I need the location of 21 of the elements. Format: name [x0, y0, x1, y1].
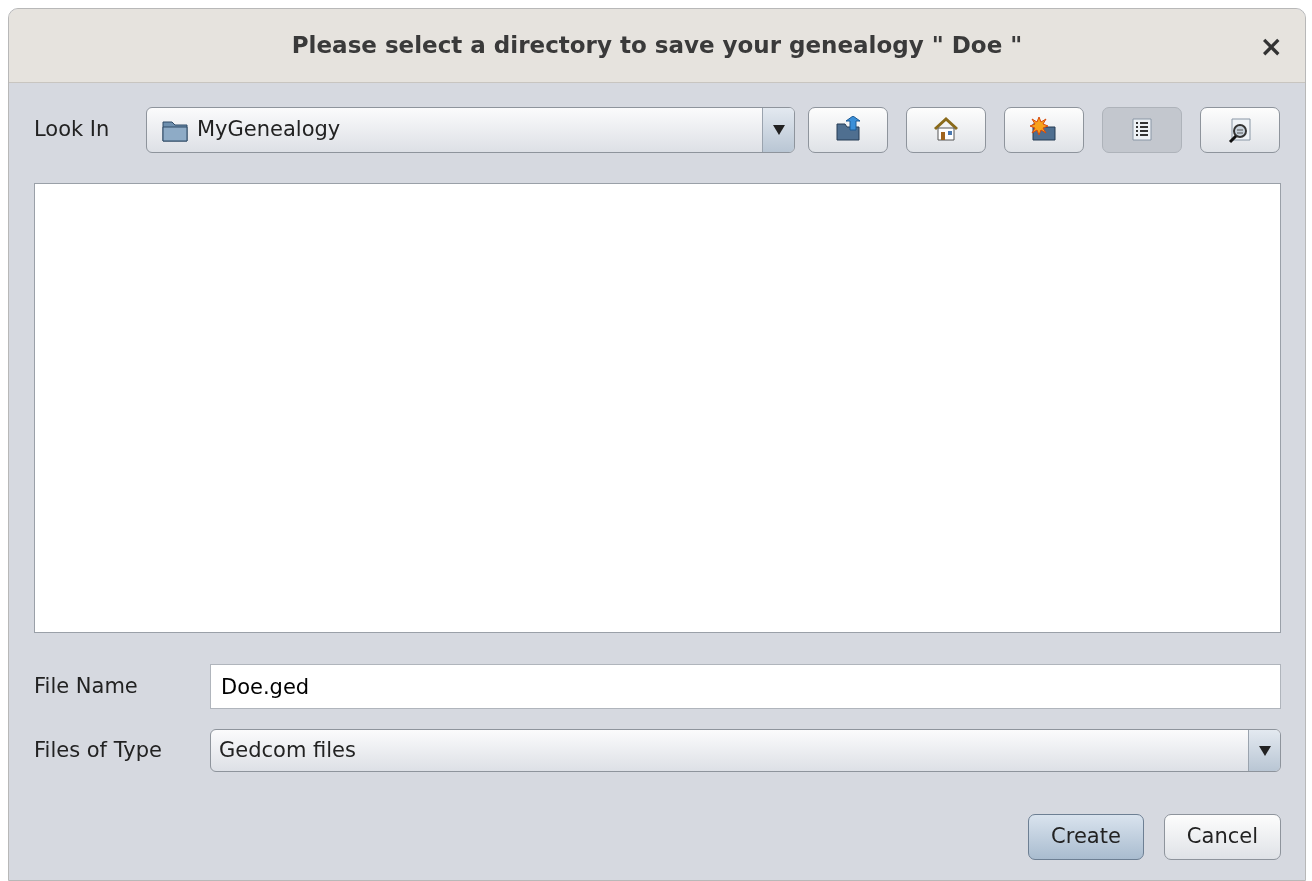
- toolbar-button[interactable]: [1004, 107, 1084, 153]
- look-in-label: Look In: [34, 116, 111, 144]
- view-toggle-button[interactable]: [1102, 107, 1182, 153]
- toolbar-button[interactable]: [808, 107, 888, 153]
- details-view-icon: [1226, 116, 1254, 144]
- close-button[interactable]: ×: [1255, 29, 1287, 65]
- toolbar-button[interactable]: [906, 107, 986, 153]
- file-name-field[interactable]: Doe.ged: [210, 664, 1281, 709]
- home-icon: [932, 116, 960, 144]
- create-button[interactable]: Create: [1028, 814, 1144, 860]
- cancel-button[interactable]: Cancel: [1163, 814, 1281, 860]
- dropdown-arrow-icon: [772, 125, 785, 135]
- window-title: Please select a directory to save your genealogy " Doe ": [291, 31, 1023, 61]
- view-toggle-button[interactable]: [1200, 107, 1280, 153]
- new-folder-icon: [1030, 116, 1058, 144]
- file-type-combo[interactable]: Gedcom files: [210, 729, 1281, 772]
- file-type-label: Files of Type: [34, 736, 163, 764]
- dropdown-arrow-icon: [1258, 745, 1271, 756]
- file-name-label: File Name: [34, 672, 139, 700]
- look-in-combo[interactable]: MyGenealogy: [146, 107, 795, 153]
- up-folder-icon: [834, 116, 862, 144]
